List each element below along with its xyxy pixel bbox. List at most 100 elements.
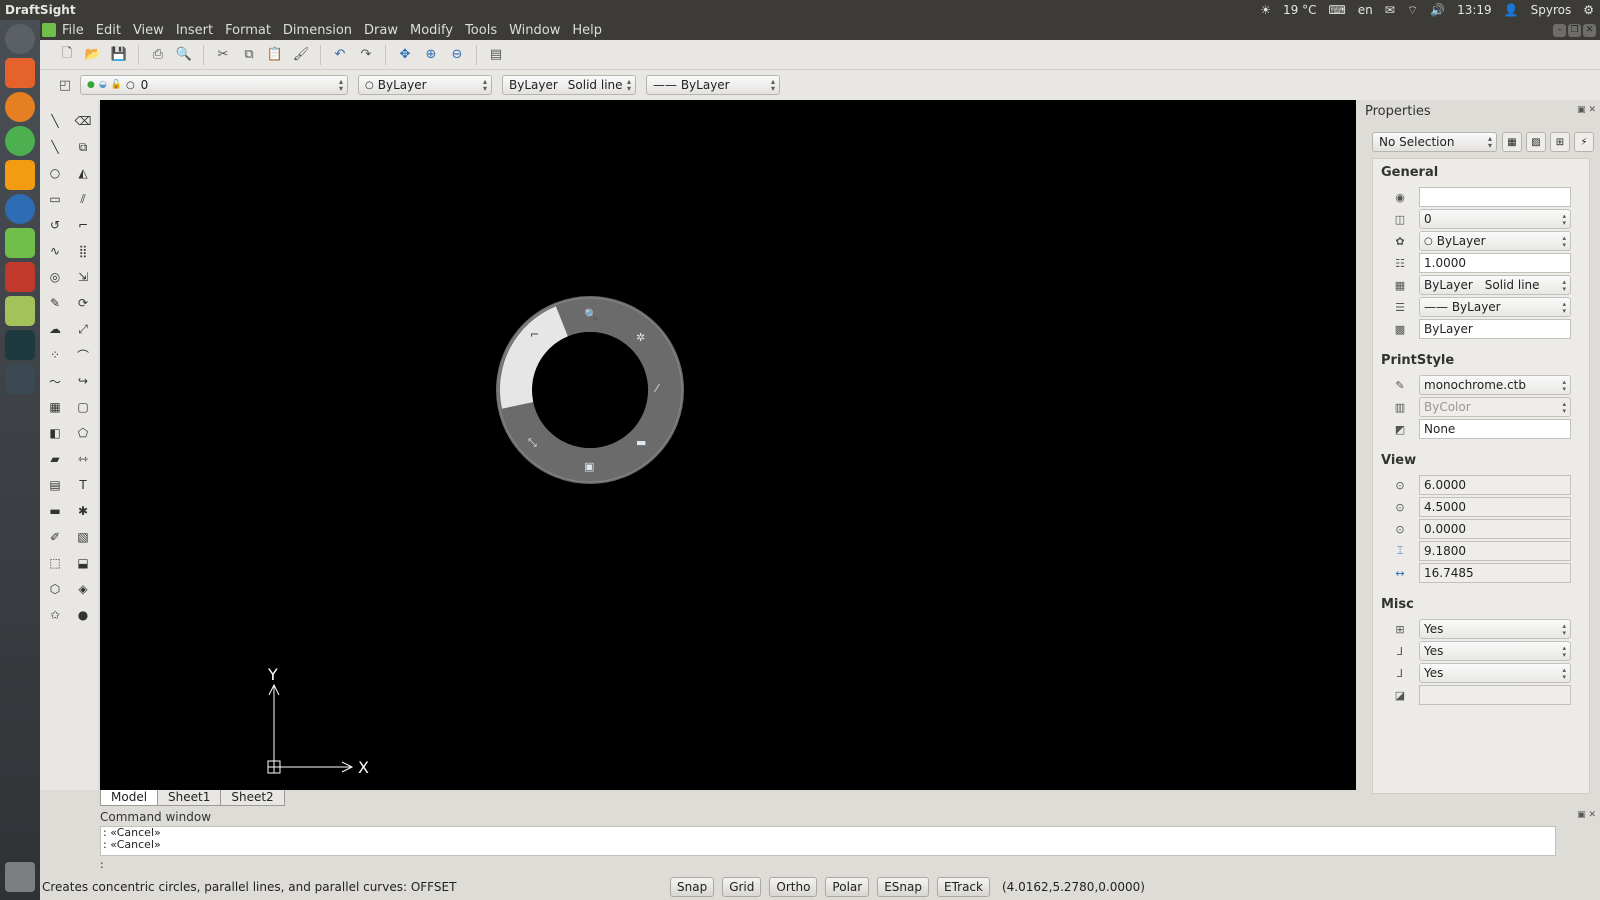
settings-gear-icon[interactable]: ⚙ [1583,3,1594,17]
close-icon[interactable]: ✕ [1583,23,1596,37]
revision-cloud-icon[interactable]: ☁ [46,320,64,338]
wifi-icon[interactable]: ⌔ [1407,3,1418,18]
match-properties-icon[interactable]: 🖌 [290,44,312,66]
float-icon[interactable]: ▣ [1577,810,1586,820]
quick-select-icon[interactable]: ▨ [1526,132,1546,152]
undo-icon[interactable]: ↶ [329,44,351,66]
rotate-tool-icon[interactable]: ⟳ [74,294,92,312]
freehand-tool-icon[interactable]: ✎ [46,294,64,312]
chamfer-tool-icon[interactable]: ⬠ [74,424,92,442]
weather-icon[interactable]: ☀ [1260,3,1271,17]
minimize-icon[interactable]: – [1553,23,1566,37]
command-input[interactable]: : [100,858,1556,872]
lineweight-select[interactable]: —— ByLayer ▴ ▾ [646,75,780,95]
polyline-tool-icon[interactable]: ╲ [46,138,64,156]
menu-draw[interactable]: Draw [358,23,404,38]
spline-tool-icon[interactable]: ∿ [46,242,64,260]
polar-toggle[interactable]: Polar [825,877,870,897]
donut-tool-icon[interactable]: ◎ [46,268,64,286]
move-icon[interactable]: ⤡ [528,436,537,449]
system-settings-icon[interactable] [5,262,35,292]
eraser-tool-icon[interactable]: ⌫ [74,112,92,130]
user-name[interactable]: Spyros [1531,3,1572,17]
tools-icon[interactable]: ✲ [636,331,645,344]
edit-hatch-icon[interactable]: ▧ [74,528,92,546]
linestyle-select[interactable]: ByLayer Solid line ▴ ▾ [502,75,636,95]
pan-icon[interactable]: ✥ [394,44,416,66]
trash-icon[interactable] [5,862,35,892]
restore-icon[interactable]: ❐ [1568,23,1581,37]
paint-bucket-icon[interactable]: ◈ [74,580,92,598]
stretch-tool-icon[interactable]: ⌒ [74,346,92,364]
menu-file[interactable]: File [56,23,90,38]
copy-icon[interactable]: ⧉ [238,44,260,66]
select-all-icon[interactable]: ▦ [1502,132,1522,152]
xbmc-icon[interactable] [5,330,35,360]
menu-edit[interactable]: Edit [90,23,127,38]
color-select[interactable]: ○ ByLayer ▴ ▾ [358,75,492,95]
esnap-toggle[interactable]: ESnap [877,877,929,897]
ucs-icon-on-field[interactable]: Yes ▴ ▾ [1419,619,1571,639]
keyboard-icon[interactable]: ⌨ [1328,3,1345,17]
gradient-tool-icon[interactable]: ◧ [46,424,64,442]
copy-tool-icon[interactable]: ⧉ [74,138,92,156]
etrack-toggle[interactable]: ETrack [936,877,990,897]
table-tool-icon[interactable]: ▤ [46,476,64,494]
drawing-canvas[interactable]: 🔍 ✲ ⁄ ▬ ▣ ⤡ ▭ ⌐ Y X [100,100,1356,790]
close-icon[interactable]: ✕ [1588,810,1596,820]
new-file-icon[interactable]: 🗋 [56,44,78,66]
fillet-tool-icon[interactable]: ▢ [74,398,92,416]
toggle-pickadd-icon[interactable]: ⊞ [1550,132,1570,152]
menu-view[interactable]: View [127,23,170,38]
tab-model[interactable]: Model [100,790,159,806]
note-tool-icon[interactable]: ✐ [46,528,64,546]
linestyle-field[interactable]: ByLayer Solid line ▴ ▾ [1419,275,1571,295]
print-icon[interactable]: ⎙ [147,44,169,66]
menu-insert[interactable]: Insert [170,23,219,38]
menu-modify[interactable]: Modify [404,23,459,38]
thunderbird-icon[interactable] [5,194,35,224]
hatch-tool-icon[interactable]: ▦ [46,398,64,416]
region-tool-icon[interactable]: ▰ [46,450,64,468]
ucs-per-viewport-field[interactable]: Yes ▴ ▾ [1419,663,1571,683]
tab-sheet2[interactable]: Sheet2 [220,790,285,806]
mirror-tool-icon[interactable]: ◭ [74,164,92,182]
archive-icon[interactable] [5,296,35,326]
command-icon[interactable]: ▬ [636,436,646,449]
edit-text-icon[interactable]: T [74,476,92,494]
color-field[interactable] [1419,187,1571,207]
menu-window[interactable]: Window [503,23,566,38]
menu-help[interactable]: Help [566,23,608,38]
edit-block-icon[interactable]: ⬓ [74,554,92,572]
rectangle-tool-icon[interactable]: ▭ [46,190,64,208]
menu-tools[interactable]: Tools [459,23,503,38]
pattern-tool-icon[interactable]: ⣿ [74,242,92,260]
offset-icon[interactable]: ⌐ [530,328,539,341]
grid-toggle[interactable]: Grid [722,877,762,897]
save-icon[interactable]: ▣ [584,460,594,473]
ortho-toggle[interactable]: Ortho [769,877,818,897]
ucs-icon-origin-field[interactable]: Yes ▴ ▾ [1419,641,1571,661]
plot-field[interactable]: None [1419,419,1571,439]
files-icon[interactable] [5,58,35,88]
redo-icon[interactable]: ↷ [355,44,377,66]
bomb-icon[interactable]: ● [74,606,92,624]
snap-toggle[interactable]: Snap [670,877,715,897]
color-select-field[interactable]: ○ ByLayer ▴ ▾ [1419,231,1571,251]
clock[interactable]: 13:19 [1457,3,1492,17]
save-icon[interactable]: 💾 [108,44,130,66]
selection-select[interactable]: No Selection ▴ ▾ [1372,132,1497,152]
firefox-icon[interactable] [5,92,35,122]
line-tool-icon[interactable]: ╲ [46,112,64,130]
scale-field[interactable]: 1.0000 [1419,253,1571,273]
select-objects-icon[interactable]: ⚡ [1574,132,1594,152]
lineweight-field[interactable]: —— ByLayer ▴ ▾ [1419,297,1571,317]
paste-icon[interactable]: 📋 [264,44,286,66]
move-tool-icon[interactable]: ⇲ [74,268,92,286]
wavy-line-icon[interactable]: 〜 [46,372,64,390]
explode-tool-icon[interactable]: ✱ [74,502,92,520]
close-panel-icon[interactable]: ✕ [1588,105,1596,115]
zoom-window-icon[interactable]: ⊕ [420,44,442,66]
menu-format[interactable]: Format [219,23,277,38]
block-tool-icon[interactable]: ⬚ [46,554,64,572]
